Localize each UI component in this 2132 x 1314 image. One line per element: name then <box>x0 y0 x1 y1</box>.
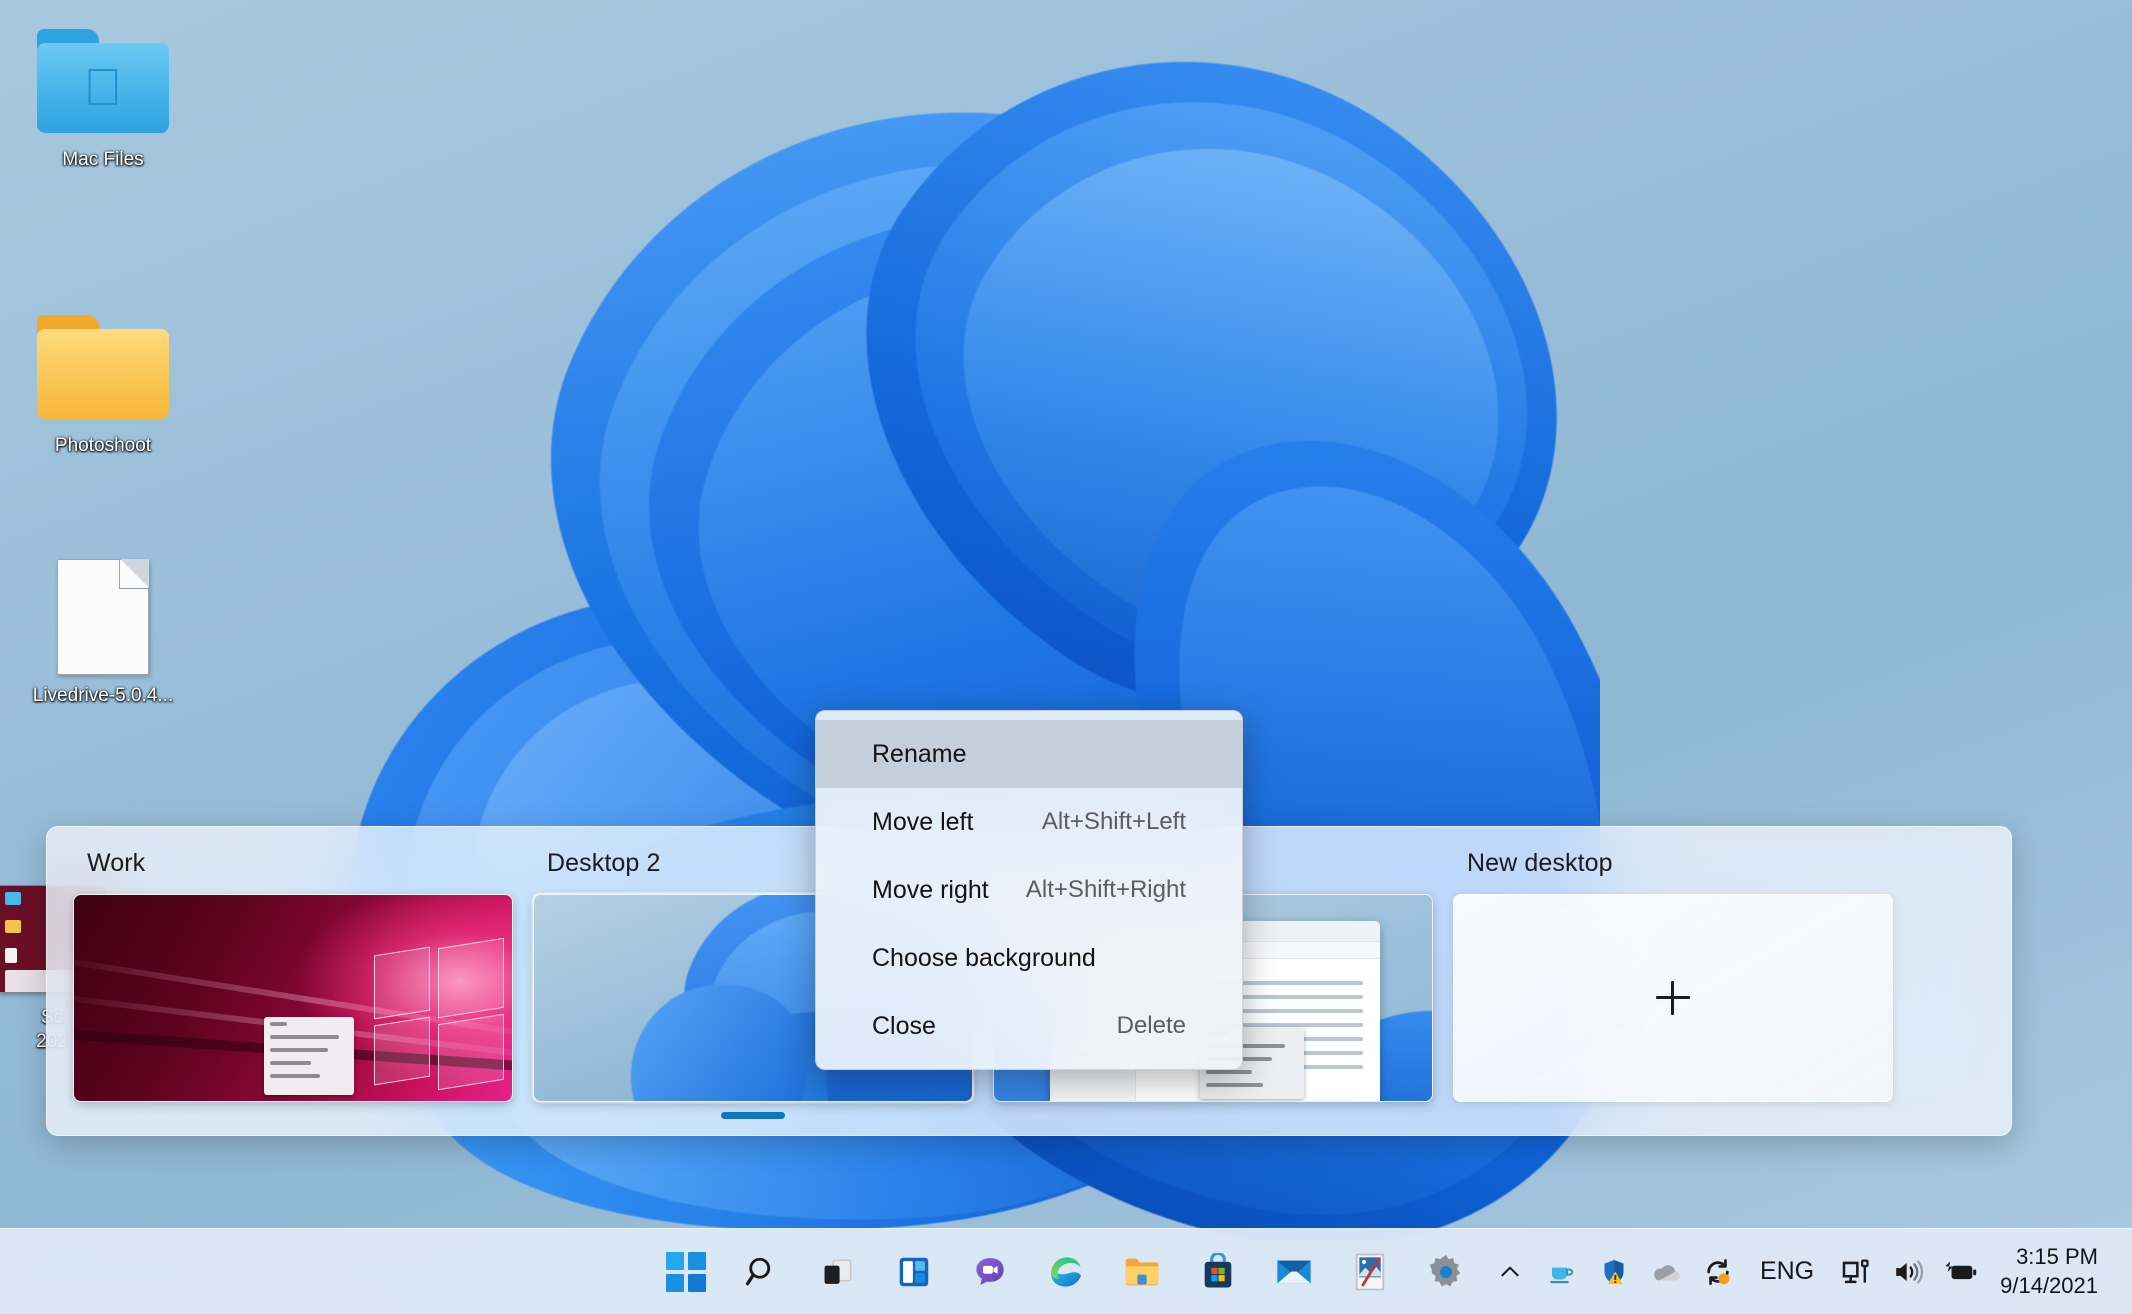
desktop-context-menu[interactable]: Rename Move left Alt+Shift+Left Move rig… <box>815 710 1243 1070</box>
menu-item-accelerator: Alt+Shift+Right <box>1025 876 1186 903</box>
coffee-cup-icon <box>1550 1267 1574 1283</box>
menu-item-rename[interactable]: Rename <box>816 720 1242 788</box>
menu-item-move-left[interactable]: Move left Alt+Shift+Left <box>816 788 1242 856</box>
file-explorer-button[interactable] <box>1115 1245 1169 1299</box>
coffee-tray-button[interactable] <box>1538 1245 1586 1299</box>
task-view-button[interactable] <box>811 1245 865 1299</box>
store-button[interactable] <box>1191 1245 1245 1299</box>
cloud-icon <box>1654 1264 1680 1281</box>
desktop-icon-label: Photoshoot <box>54 435 152 456</box>
desktop-icon-label: Livedrive-5.0.4... <box>32 685 174 706</box>
clock-date: 9/14/2021 <box>2000 1272 2098 1298</box>
menu-item-close[interactable]: Close Delete <box>816 992 1242 1060</box>
menu-item-label: Move right <box>872 875 989 904</box>
network-tray-button[interactable] <box>1832 1245 1880 1299</box>
chat-button[interactable] <box>963 1245 1017 1299</box>
onedrive-tray-button[interactable] <box>1642 1245 1690 1299</box>
gear-icon <box>1429 1254 1461 1286</box>
menu-item-label: Move left <box>872 807 974 836</box>
teams-chat-icon <box>976 1257 1004 1285</box>
desktop-icon-mac-files[interactable]:  Mac Files <box>18 22 188 172</box>
menu-item-label: Choose background <box>872 943 1096 972</box>
virtual-desktop-label: Work <box>87 849 146 877</box>
desktop-icon-label: Mac Files <box>62 149 144 170</box>
menu-item-move-right[interactable]: Move right Alt+Shift+Right <box>816 856 1242 924</box>
search-icon <box>745 1257 771 1285</box>
active-desktop-indicator <box>721 1112 785 1119</box>
plus-icon <box>1656 981 1690 1015</box>
menu-item-choose-background[interactable]: Choose background <box>816 924 1242 992</box>
paint-icon <box>1355 1253 1385 1290</box>
volume-tray-button[interactable] <box>1884 1245 1932 1299</box>
widgets-button[interactable] <box>887 1245 941 1299</box>
new-desktop-tile[interactable]: New desktop <box>1453 849 1893 1102</box>
mail-icon <box>1277 1260 1311 1283</box>
folder-apple-icon:  <box>18 22 188 140</box>
sync-tray-button[interactable] <box>1694 1245 1742 1299</box>
battery-tray-button[interactable] <box>1936 1245 1984 1299</box>
chevron-up-icon <box>1501 1266 1519 1276</box>
security-tray-button[interactable] <box>1590 1245 1638 1299</box>
menu-item-label: Close <box>872 1011 936 1040</box>
edge-button[interactable] <box>1039 1245 1093 1299</box>
menu-item-accelerator: Delete <box>1116 1012 1186 1039</box>
clock[interactable]: 3:15 PM 9/14/2021 <box>1988 1243 2114 1300</box>
microsoft-store-icon <box>1204 1252 1232 1288</box>
sync-arrows-icon <box>1707 1258 1730 1285</box>
virtual-desktop-work[interactable]: Work <box>73 849 513 1102</box>
paint-button[interactable] <box>1343 1245 1397 1299</box>
folder-icon <box>1125 1258 1159 1285</box>
show-hidden-icons-button[interactable] <box>1486 1245 1534 1299</box>
edge-icon <box>1051 1256 1081 1287</box>
desktop-icon-photoshoot[interactable]: Photoshoot <box>18 308 188 458</box>
windows-logo-icon <box>666 1251 706 1292</box>
desktop[interactable]:  Mac Files Photoshoot Livedrive-5.0.4..… <box>0 0 2132 1314</box>
virtual-desktop-thumbnail[interactable] <box>73 894 513 1102</box>
search-button[interactable] <box>735 1245 789 1299</box>
clock-time: 3:15 PM <box>2016 1243 2098 1269</box>
shield-warning-icon <box>1604 1259 1624 1284</box>
widgets-icon <box>899 1257 929 1286</box>
document-icon <box>18 558 188 676</box>
taskbar[interactable]: ENG 3:15 PM 9/14/2021 <box>0 1228 2132 1314</box>
settings-button[interactable] <box>1419 1245 1473 1299</box>
speaker-icon <box>1896 1259 1924 1284</box>
menu-item-accelerator: Alt+Shift+Left <box>1041 808 1186 835</box>
start-button[interactable] <box>659 1245 713 1299</box>
system-tray: ENG 3:15 PM 9/14/2021 <box>1486 1243 2114 1300</box>
task-view-icon <box>824 1258 852 1284</box>
battery-charging-icon <box>1945 1260 1977 1279</box>
taskbar-buttons <box>659 1245 1473 1299</box>
folder-icon <box>18 308 188 426</box>
monitor-network-icon <box>1842 1259 1869 1283</box>
mail-button[interactable] <box>1267 1245 1321 1299</box>
language-indicator[interactable]: ENG <box>1746 1257 1828 1286</box>
wallpaper-windows-10-hero <box>74 895 512 1101</box>
mini-context-menu <box>264 1017 354 1095</box>
new-desktop-label: New desktop <box>1467 849 1613 877</box>
new-desktop-button[interactable] <box>1453 894 1893 1102</box>
menu-item-label: Rename <box>872 739 967 768</box>
desktop-icon-livedrive[interactable]: Livedrive-5.0.4... <box>18 558 188 708</box>
